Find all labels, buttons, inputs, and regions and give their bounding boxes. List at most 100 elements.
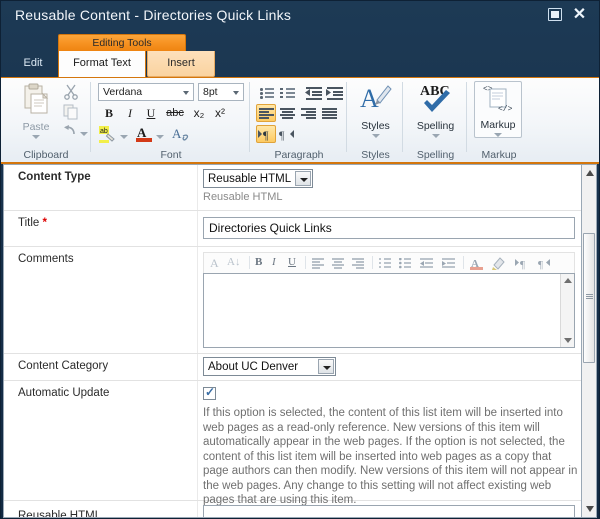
- chevron-down-icon[interactable]: [32, 135, 40, 139]
- bold-button[interactable]: B: [100, 105, 118, 122]
- content-type-value: Reusable HTML: [208, 173, 292, 185]
- bullet-list-icon[interactable]: [399, 258, 412, 269]
- scrollbar-thumb[interactable]: [583, 233, 595, 363]
- required-marker: *: [42, 217, 47, 229]
- increase-indent-icon[interactable]: [442, 258, 456, 269]
- ltr-icon[interactable]: ¶: [256, 125, 276, 143]
- clear-format-icon[interactable]: A: [172, 125, 192, 148]
- chevron-down-icon[interactable]: [494, 133, 502, 137]
- ltr-icon[interactable]: ¶: [514, 256, 530, 270]
- ribbon-group-styles: A Styles Styles: [348, 78, 403, 163]
- superscript-button[interactable]: x²: [211, 105, 229, 122]
- chevron-down-icon: [318, 359, 334, 374]
- align-right-icon[interactable]: [298, 104, 318, 122]
- ribbon-tabstrip: Edit Format Text Insert: [1, 51, 599, 77]
- spelling-icon: ABC: [420, 84, 450, 112]
- form-row-content-category: Content Category About UC Denver: [4, 354, 583, 381]
- scroll-up-icon[interactable]: [586, 170, 594, 176]
- ribbon-group-label-styles: Styles: [361, 149, 390, 161]
- font-grow-icon[interactable]: A: [210, 256, 219, 271]
- font-size-combo[interactable]: 8pt: [198, 83, 244, 101]
- font-color-icon[interactable]: A: [470, 256, 484, 271]
- svg-text:¶: ¶: [538, 259, 543, 270]
- content-type-dropdown[interactable]: Reusable HTML: [203, 169, 313, 188]
- content-category-value: About UC Denver: [208, 361, 299, 373]
- chevron-down-icon[interactable]: [431, 134, 440, 138]
- copy-icon[interactable]: [63, 104, 79, 125]
- comments-textarea[interactable]: [203, 273, 575, 348]
- scroll-down-icon[interactable]: [586, 506, 594, 512]
- tab-edit[interactable]: Edit: [9, 51, 57, 77]
- scrollbar-grip: [586, 294, 593, 299]
- scroll-down-icon[interactable]: [564, 338, 572, 343]
- markup-button[interactable]: <> </> Markup: [474, 81, 522, 138]
- window-title: Reusable Content - Directories Quick Lin…: [15, 7, 292, 23]
- font-shrink-icon[interactable]: A↓: [227, 256, 240, 268]
- justify-icon[interactable]: [319, 104, 339, 122]
- tab-insert[interactable]: Insert: [147, 51, 215, 77]
- numbered-list-icon[interactable]: [277, 83, 297, 101]
- align-right-icon[interactable]: [352, 258, 365, 269]
- align-left-icon[interactable]: [312, 258, 325, 269]
- form-scrollbar[interactable]: [581, 164, 597, 518]
- chevron-down-icon[interactable]: [371, 134, 380, 138]
- undo-icon[interactable]: [62, 123, 78, 142]
- chevron-down-icon: [183, 91, 189, 95]
- align-center-icon[interactable]: [277, 104, 297, 122]
- title-input[interactable]: [203, 217, 575, 239]
- italic-button[interactable]: I: [121, 105, 139, 122]
- ribbon-group-font: Verdana 8pt B I U abc x₂ x² ab A A Font: [92, 78, 250, 163]
- numbered-list-icon[interactable]: [379, 258, 392, 269]
- label-reusable-html: Reusable HTML: [18, 510, 102, 518]
- align-center-icon[interactable]: [332, 258, 345, 269]
- styles-label: Styles: [361, 120, 390, 132]
- comments-rte-toolbar: A A↓ B I U A ¶ ¶: [203, 252, 575, 273]
- chevron-down-icon[interactable]: [120, 135, 128, 139]
- styles-button[interactable]: A Styles: [348, 81, 403, 138]
- chevron-down-icon: [233, 91, 239, 95]
- italic-icon[interactable]: I: [272, 256, 276, 268]
- decrease-indent-icon[interactable]: [303, 83, 323, 101]
- ribbon-group-label-paragraph: Paragraph: [274, 149, 324, 161]
- spelling-button[interactable]: ABC Spelling: [404, 81, 467, 138]
- content-category-dropdown[interactable]: About UC Denver: [203, 357, 336, 376]
- subscript-button[interactable]: x₂: [190, 105, 208, 122]
- bullet-list-icon[interactable]: [256, 83, 276, 101]
- chevron-down-icon: [295, 171, 311, 186]
- align-left-icon[interactable]: [256, 104, 276, 122]
- ribbon-group-markup: <> </> Markup Markup: [468, 78, 530, 163]
- scroll-up-icon[interactable]: [564, 278, 572, 283]
- bold-icon[interactable]: B: [255, 256, 262, 268]
- ribbon: Paste Clipboard Verdana 8pt B I U abc x₂…: [1, 77, 599, 164]
- font-family-combo[interactable]: Verdana: [98, 83, 194, 101]
- styles-icon: A: [360, 84, 392, 113]
- content-type-note: Reusable HTML: [203, 191, 283, 203]
- undo-chevron-down-icon[interactable]: [80, 132, 88, 136]
- highlight-color-icon[interactable]: ab: [99, 126, 118, 148]
- highlight-color-icon[interactable]: [491, 256, 507, 271]
- cut-icon[interactable]: [63, 84, 79, 105]
- scrollbar-track[interactable]: [582, 181, 596, 501]
- svg-text:¶: ¶: [263, 128, 269, 142]
- rtl-icon[interactable]: ¶: [537, 256, 553, 270]
- ribbon-group-label-font: Font: [160, 149, 182, 161]
- underline-icon[interactable]: U: [288, 256, 296, 268]
- reusable-html-content: Quick Links: [209, 517, 283, 518]
- paste-button[interactable]: Paste: [13, 82, 59, 140]
- title-bar: Reusable Content - Directories Quick Lin…: [1, 1, 599, 32]
- comments-scrollbar[interactable]: [560, 274, 574, 347]
- strikethrough-button[interactable]: abc: [163, 105, 187, 122]
- close-icon[interactable]: ✕: [571, 6, 588, 23]
- chevron-down-icon[interactable]: [156, 135, 164, 139]
- underline-button[interactable]: U: [142, 105, 160, 122]
- decrease-indent-icon[interactable]: [420, 258, 434, 269]
- tab-format-text[interactable]: Format Text: [58, 51, 146, 77]
- reusable-html-editor[interactable]: Quick Links: [203, 505, 575, 518]
- automatic-update-checkbox[interactable]: [203, 385, 216, 400]
- font-color-icon[interactable]: A: [136, 125, 153, 148]
- paste-label: Paste: [22, 121, 50, 133]
- rtl-icon[interactable]: ¶: [277, 125, 297, 143]
- restore-icon[interactable]: [548, 8, 563, 23]
- increase-indent-icon[interactable]: [324, 83, 344, 101]
- spelling-label: Spelling: [416, 120, 455, 132]
